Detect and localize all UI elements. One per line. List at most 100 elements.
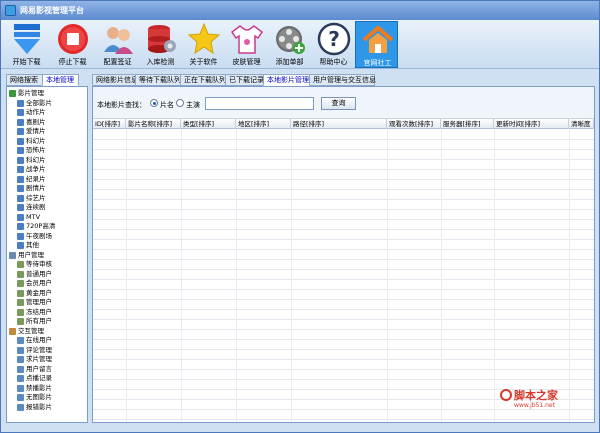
node-icon bbox=[17, 375, 24, 382]
tree-node-label: 等待审核 bbox=[26, 260, 52, 268]
tree-node-label: 评论管理 bbox=[26, 345, 52, 354]
toolbar-label: 关于软件 bbox=[189, 58, 218, 66]
node-icon bbox=[17, 403, 24, 411]
node-icon bbox=[17, 175, 24, 183]
col-quality[interactable]: 清晰度 bbox=[569, 119, 594, 129]
query-button[interactable]: 查询 bbox=[321, 97, 356, 110]
node-icon bbox=[17, 194, 24, 202]
official-site-button[interactable]: 官网社工 bbox=[355, 21, 398, 68]
col-update-time[interactable]: 更新时间[排序] bbox=[494, 119, 569, 129]
add-single-button[interactable]: 添加单部 bbox=[268, 21, 311, 68]
grid-line bbox=[93, 209, 594, 210]
col-id[interactable]: ID[排序] bbox=[93, 119, 126, 129]
grid-line bbox=[93, 259, 594, 260]
tab-downloaded-records[interactable]: 已下载记录 bbox=[225, 74, 264, 86]
grid-line bbox=[93, 159, 594, 160]
node-icon bbox=[17, 337, 24, 344]
node-icon bbox=[17, 166, 24, 173]
tab-network-search[interactable]: 网络搜索 bbox=[6, 74, 43, 86]
grid-line bbox=[93, 249, 594, 250]
tab-user-interaction[interactable]: 用户管理与交互信息 bbox=[309, 74, 376, 86]
grid-column-line bbox=[126, 129, 127, 422]
tree-node-label: 影片管理 bbox=[18, 89, 44, 97]
node-icon bbox=[17, 99, 24, 107]
tree-node-label: 午夜剧场 bbox=[26, 231, 52, 240]
tree-node-label: 所有用户 bbox=[26, 317, 52, 325]
stop-download-button[interactable]: 停止下载 bbox=[51, 21, 94, 68]
app-window: 网易影视管理平台 开始下载 停止下载 配置签证 入库检测 关于软件 皮肤管理 添… bbox=[0, 0, 600, 433]
col-server[interactable]: 服务器[排序] bbox=[441, 119, 494, 129]
tree-node-label: 爱情片 bbox=[26, 127, 46, 135]
tree-node-label: 其他 bbox=[26, 241, 39, 249]
node-icon bbox=[17, 213, 24, 221]
node-icon bbox=[17, 204, 24, 211]
tree-node-label: 科幻片 bbox=[26, 155, 46, 164]
toolbar-label: 开始下载 bbox=[12, 58, 41, 66]
tab-local-manage[interactable]: 本地管理 bbox=[42, 74, 79, 86]
toolbar: 开始下载 停止下载 配置签证 入库检测 关于软件 皮肤管理 添加单部 ? 帮助中 bbox=[1, 20, 599, 69]
folder-icon bbox=[9, 251, 16, 259]
col-type[interactable]: 类型[排序] bbox=[181, 119, 236, 129]
tree-node-label: 点播记录 bbox=[26, 374, 52, 382]
node-icon bbox=[17, 318, 24, 325]
col-views[interactable]: 观看次数[排序] bbox=[387, 119, 441, 129]
tree-node-label: 冻结用户 bbox=[26, 307, 52, 316]
tab-local-movie-manage[interactable]: 本地影片管理 bbox=[263, 74, 310, 86]
tree-node-label: 剧情片 bbox=[26, 184, 46, 192]
tree-node-label: 求片管理 bbox=[26, 355, 52, 363]
grid-column-line bbox=[387, 129, 388, 422]
toolbar-label: 配置签证 bbox=[103, 58, 132, 66]
radio-actor-label: 主演 bbox=[186, 101, 200, 109]
toolbar-label: 官网社工 bbox=[363, 59, 392, 67]
tree-node-label: 在线用户 bbox=[26, 336, 52, 344]
movie-grid[interactable] bbox=[93, 129, 594, 422]
start-download-button[interactable]: 开始下载 bbox=[5, 21, 48, 68]
grid-line bbox=[93, 319, 594, 320]
tab-downloading-queue[interactable]: 正在下载队列 bbox=[180, 74, 226, 86]
grid-line bbox=[93, 169, 594, 170]
node-icon bbox=[17, 356, 24, 363]
tree-node-label: 喜剧片 bbox=[26, 117, 46, 126]
grid-line bbox=[93, 419, 594, 420]
grid-line bbox=[93, 279, 594, 280]
node-icon bbox=[17, 223, 24, 230]
toolbar-label: 停止下载 bbox=[58, 58, 87, 66]
col-path[interactable]: 路径[排序] bbox=[291, 119, 387, 129]
node-icon bbox=[17, 118, 24, 126]
grid-column-line bbox=[291, 129, 292, 422]
tree-node-label: 恐怖片 bbox=[26, 146, 46, 154]
grid-line bbox=[93, 309, 594, 310]
node-icon bbox=[17, 308, 24, 316]
node-icon bbox=[17, 346, 24, 354]
help-icon: ? bbox=[317, 22, 351, 56]
grid-line bbox=[93, 409, 594, 410]
node-icon bbox=[17, 137, 24, 145]
stop-download-icon bbox=[58, 24, 88, 54]
tree-node-label: 普通用户 bbox=[26, 269, 52, 278]
grid-column-line bbox=[236, 129, 237, 422]
star-about-icon bbox=[187, 22, 221, 55]
tree-node-label: 战争片 bbox=[26, 165, 46, 173]
col-movie-name[interactable]: 影片名称[排序] bbox=[126, 119, 181, 129]
tab-waiting-queue[interactable]: 等待下载队列 bbox=[135, 74, 181, 86]
grid-line bbox=[93, 179, 594, 180]
tab-network-movie-info[interactable]: 网络影片信息 bbox=[92, 74, 138, 86]
grid-line bbox=[93, 369, 594, 370]
radio-title[interactable] bbox=[150, 99, 158, 107]
skin-manage-button[interactable]: 皮肤管理 bbox=[225, 21, 268, 68]
col-region[interactable]: 地区[排序] bbox=[236, 119, 291, 129]
database-check-button[interactable]: 入库检测 bbox=[139, 21, 182, 68]
config-users-button[interactable]: 配置签证 bbox=[96, 21, 139, 68]
svg-text:?: ? bbox=[328, 27, 340, 51]
node-icon bbox=[17, 232, 24, 240]
search-input[interactable] bbox=[205, 97, 314, 110]
tree-node-label: 交互管理 bbox=[18, 326, 44, 335]
grid-line bbox=[93, 199, 594, 200]
grid-column-line bbox=[441, 129, 442, 422]
tree-node-label: 720P高清 bbox=[26, 222, 56, 230]
toolbar-label: 入库检测 bbox=[146, 58, 175, 66]
about-button[interactable]: 关于软件 bbox=[182, 21, 225, 68]
tree-node-label: 无图影片 bbox=[26, 393, 52, 401]
radio-actor[interactable] bbox=[176, 99, 184, 107]
help-center-button[interactable]: ? 帮助中心 bbox=[312, 21, 355, 68]
